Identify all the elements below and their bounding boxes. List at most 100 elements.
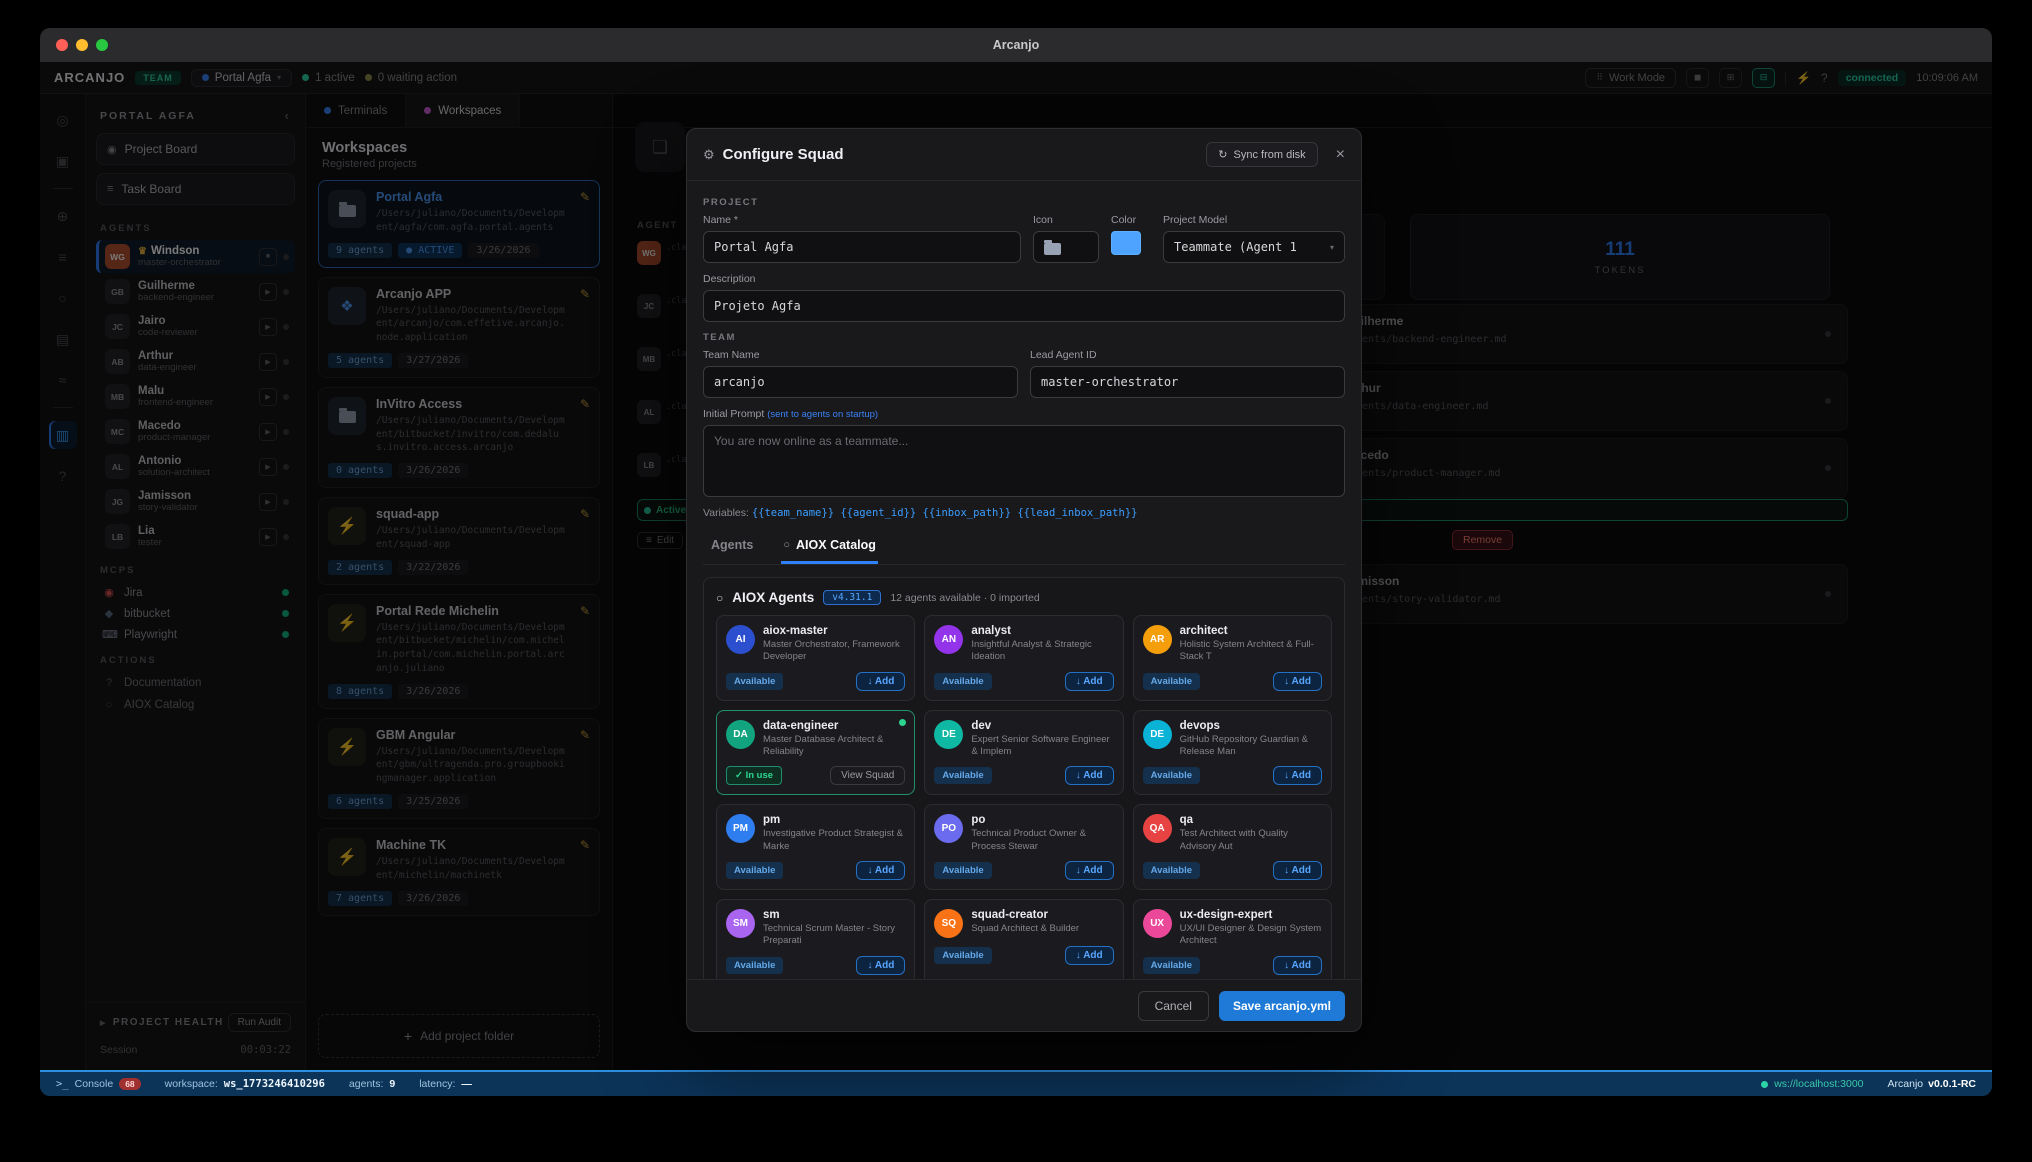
color-swatch[interactable] xyxy=(1111,231,1141,255)
titlebar: Arcanjo xyxy=(40,28,1992,62)
terminal-prompt-icon: >_ xyxy=(56,1078,69,1090)
add-agent-button[interactable]: ↓ Add xyxy=(1065,766,1114,785)
in-use-badge: ✓ In use xyxy=(726,766,782,785)
project-model-label: Project Model xyxy=(1163,214,1345,226)
chevron-down-icon: ▾ xyxy=(1330,243,1334,252)
description-label: Description xyxy=(703,273,1345,285)
icon-picker[interactable] xyxy=(1033,231,1099,263)
add-agent-button[interactable]: ↓ Add xyxy=(1273,766,1322,785)
modal-footer: Cancel Save arcanjo.yml xyxy=(687,979,1361,1031)
tab-agents[interactable]: Agents xyxy=(709,529,755,564)
add-agent-button[interactable]: ↓ Add xyxy=(1273,672,1322,691)
lead-agent-label: Lead Agent ID xyxy=(1030,349,1345,361)
cancel-button[interactable]: Cancel xyxy=(1138,991,1209,1021)
project-section-label: PROJECT xyxy=(703,197,1345,208)
catalog-agent-sm: SMsmTechnical Scrum Master - Story Prepa… xyxy=(716,899,915,979)
catalog-agent-data-engineer: DAdata-engineerMaster Database Architect… xyxy=(716,710,915,796)
avatar: SM xyxy=(726,909,755,938)
close-modal-icon[interactable]: × xyxy=(1336,146,1345,164)
gear-icon: ⚙ xyxy=(703,147,715,163)
modal-tabs: Agents ○ AIOX Catalog xyxy=(703,529,1345,565)
avatar: SQ xyxy=(934,909,963,938)
catalog-agent-pm: PMpmInvestigative Product Strategist & M… xyxy=(716,804,915,890)
circle-icon: ○ xyxy=(783,539,790,551)
icon-label: Icon xyxy=(1033,214,1099,226)
socket-dot-icon xyxy=(1761,1081,1768,1088)
catalog-agent-po: POpoTechnical Product Owner & Process St… xyxy=(924,804,1123,890)
team-name-input[interactable] xyxy=(703,366,1018,398)
close-window-button[interactable] xyxy=(56,39,68,51)
modal-body: PROJECT Name * Icon Color xyxy=(687,181,1361,979)
catalog-version-badge: v4.31.1 xyxy=(823,590,881,605)
console-toggle[interactable]: >_ Console 68 xyxy=(56,1078,141,1090)
avatar: DE xyxy=(1143,720,1172,749)
add-agent-button[interactable]: ↓ Add xyxy=(1273,861,1322,880)
color-label: Color xyxy=(1111,214,1151,226)
catalog-agent-dev: DEdevExpert Senior Software Engineer & I… xyxy=(924,710,1123,796)
avatar: AN xyxy=(934,625,963,654)
tab-aiox-catalog[interactable]: ○ AIOX Catalog xyxy=(781,529,878,564)
view-squad-button[interactable]: View Squad xyxy=(830,766,905,785)
in-use-dot-icon xyxy=(899,719,906,726)
catalog-title: AIOX Agents xyxy=(732,590,814,605)
available-badge: Available xyxy=(1143,862,1200,879)
agents-count: agents: 9 xyxy=(349,1078,395,1090)
modal-header: ⚙ Configure Squad ↻ Sync from disk × xyxy=(687,129,1361,181)
initial-prompt-textarea[interactable] xyxy=(703,425,1345,497)
avatar: UX xyxy=(1143,909,1172,938)
available-badge: Available xyxy=(934,767,991,784)
avatar: DA xyxy=(726,720,755,749)
team-name-label: Team Name xyxy=(703,349,1018,361)
variables-hint: Variables: {{team_name}} {{agent_id}} {{… xyxy=(703,507,1345,519)
team-section-label: TEAM xyxy=(703,332,1345,343)
add-agent-button[interactable]: ↓ Add xyxy=(1065,946,1114,965)
sync-from-disk-button[interactable]: ↻ Sync from disk xyxy=(1206,142,1317,167)
available-badge: Available xyxy=(934,673,991,690)
minimize-window-button[interactable] xyxy=(76,39,88,51)
configure-squad-modal: ⚙ Configure Squad ↻ Sync from disk × PRO… xyxy=(686,128,1362,1032)
zoom-window-button[interactable] xyxy=(96,39,108,51)
lead-agent-input[interactable] xyxy=(1030,366,1345,398)
project-model-select[interactable]: Teammate (Agent 1 ▾ xyxy=(1163,231,1345,263)
latency: latency: — xyxy=(419,1078,472,1090)
save-button[interactable]: Save arcanjo.yml xyxy=(1219,991,1345,1021)
avatar: PM xyxy=(726,814,755,843)
add-agent-button[interactable]: ↓ Add xyxy=(856,861,905,880)
add-agent-button[interactable]: ↓ Add xyxy=(856,672,905,691)
window-title: Arcanjo xyxy=(40,28,1992,62)
socket-status: ws://localhost:3000 xyxy=(1761,1078,1863,1090)
catalog-summary: 12 agents available · 0 imported xyxy=(890,592,1039,604)
catalog-agent-qa: QAqaTest Architect with Quality Advisory… xyxy=(1133,804,1332,890)
app-version: Arcanjo v0.0.1-RC xyxy=(1888,1078,1976,1090)
name-input[interactable] xyxy=(703,231,1021,263)
catalog-agent-aiox-master: AIaiox-masterMaster Orchestrator, Framew… xyxy=(716,615,915,701)
circle-icon: ○ xyxy=(716,591,723,605)
catalog-agent-ux-design-expert: UXux-design-expertUX/UI Designer & Desig… xyxy=(1133,899,1332,979)
available-badge: Available xyxy=(1143,957,1200,974)
catalog-agent-analyst: ANanalystInsightful Analyst & Strategic … xyxy=(924,615,1123,701)
avatar: DE xyxy=(934,720,963,749)
add-agent-button[interactable]: ↓ Add xyxy=(1273,956,1322,975)
avatar: AR xyxy=(1143,625,1172,654)
modal-title: Configure Squad xyxy=(723,146,844,163)
app-window: Arcanjo ARCANJO TEAM Portal Agfa ▾ 1 act… xyxy=(40,28,1992,1096)
avatar: PO xyxy=(934,814,963,843)
available-badge: Available xyxy=(934,862,991,879)
sync-icon: ↻ xyxy=(1218,148,1227,161)
add-agent-button[interactable]: ↓ Add xyxy=(856,956,905,975)
add-agent-button[interactable]: ↓ Add xyxy=(1065,672,1114,691)
prompt-note: (sent to agents on startup) xyxy=(767,409,878,420)
available-badge: Available xyxy=(1143,767,1200,784)
initial-prompt-label: Initial Prompt (sent to agents on startu… xyxy=(703,408,1345,420)
available-badge: Available xyxy=(726,957,783,974)
description-input[interactable] xyxy=(703,290,1345,322)
catalog-agent-devops: DEdevopsGitHub Repository Guardian & Rel… xyxy=(1133,710,1332,796)
catalog-agent-squad-creator: SQsquad-creatorSquad Architect & Builder… xyxy=(924,899,1123,979)
available-badge: Available xyxy=(1143,673,1200,690)
folder-icon xyxy=(1044,243,1061,255)
avatar: QA xyxy=(1143,814,1172,843)
status-bar: >_ Console 68 workspace: ws_177324641029… xyxy=(40,1070,1992,1096)
catalog-agent-architect: ARarchitectHolistic System Architect & F… xyxy=(1133,615,1332,701)
name-label: Name * xyxy=(703,214,1021,226)
add-agent-button[interactable]: ↓ Add xyxy=(1065,861,1114,880)
